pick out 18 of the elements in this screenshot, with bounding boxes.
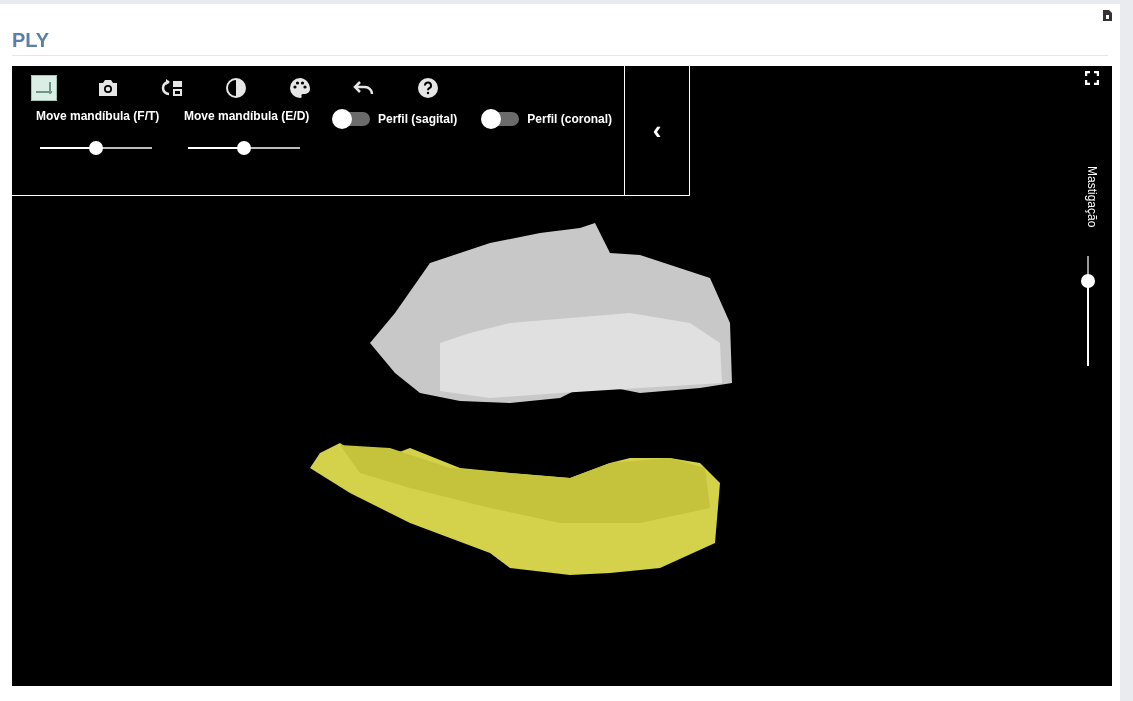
toggle-label: Perfil (coronal) [527, 111, 613, 128]
slider[interactable] [40, 140, 152, 156]
axes-icon[interactable] [32, 76, 56, 100]
palette-icon[interactable] [288, 76, 312, 100]
slider-label: Move mandíbula (F/T) [36, 108, 161, 124]
toggle-switch[interactable] [332, 109, 370, 129]
slider[interactable] [188, 140, 300, 156]
vertical-slider[interactable] [1080, 256, 1096, 366]
fullscreen-icon[interactable] [1085, 71, 1099, 85]
document-icon[interactable] [1103, 9, 1112, 21]
toggle-label: Perfil (sagital) [378, 111, 458, 128]
help-icon[interactable] [416, 76, 440, 100]
collapse-button[interactable]: ‹ [624, 66, 689, 195]
panel-title: PLY [12, 28, 50, 53]
slider-label: Move mandíbula (E/D) [184, 108, 311, 124]
contrast-icon[interactable] [224, 76, 248, 100]
toggle-switch[interactable] [481, 109, 520, 129]
slider-label: Mastigação [1084, 166, 1100, 228]
